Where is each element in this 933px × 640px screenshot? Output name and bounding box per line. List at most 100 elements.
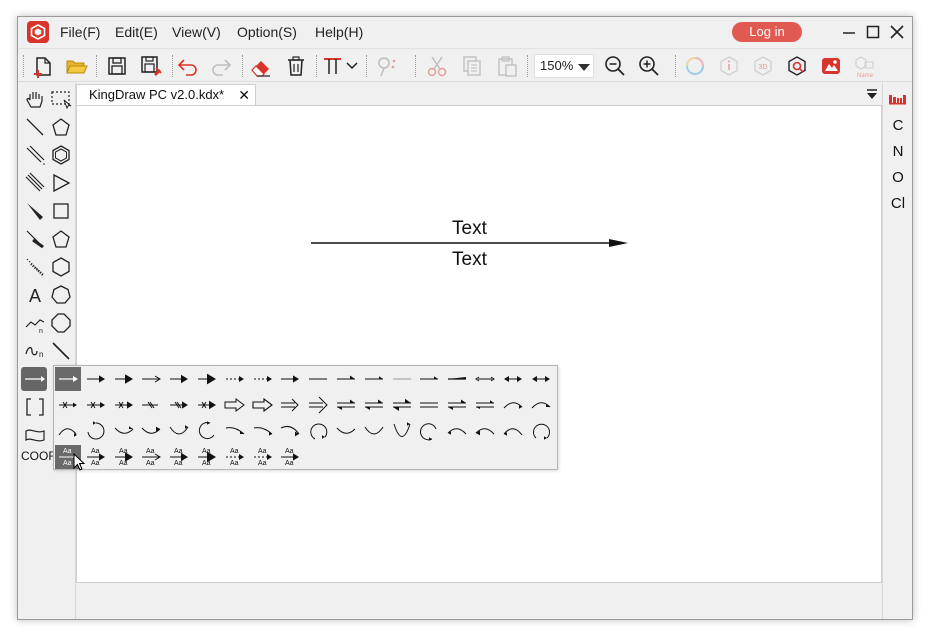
arrow-style-option[interactable]	[416, 367, 442, 391]
delete-icon[interactable]	[283, 53, 309, 79]
menu-option[interactable]: Option(S)	[237, 17, 297, 47]
arrow-style-option[interactable]	[55, 393, 81, 417]
wedge-bond-icon[interactable]	[23, 199, 47, 223]
arrow-style-option[interactable]	[55, 367, 81, 391]
arrow-tool-icon[interactable]	[21, 367, 47, 391]
arrow-style-option[interactable]	[83, 367, 109, 391]
octagon-icon[interactable]	[49, 311, 73, 335]
arrow-style-option[interactable]	[111, 367, 137, 391]
login-button[interactable]: Log in	[732, 22, 802, 42]
arrow-style-option[interactable]	[138, 419, 164, 443]
copy-icon[interactable]	[459, 53, 485, 79]
periodic-table-icon[interactable]	[883, 89, 913, 109]
menu-view[interactable]: View(V)	[172, 17, 221, 47]
zoom-in-icon[interactable]	[636, 53, 662, 79]
arrow-style-option[interactable]	[305, 419, 331, 443]
arrow-style-option[interactable]	[194, 419, 220, 443]
arrow-style-option[interactable]	[277, 367, 303, 391]
arrow-style-option[interactable]	[389, 393, 415, 417]
canvas-arrow[interactable]	[77, 106, 883, 584]
arrow-style-option[interactable]	[250, 393, 276, 417]
transform-icon[interactable]	[374, 53, 400, 79]
arrow-style-option[interactable]	[528, 393, 554, 417]
pentagon-icon[interactable]	[49, 227, 73, 251]
close-icon[interactable]	[887, 22, 907, 42]
wavy-bond-icon[interactable]: n	[23, 339, 47, 363]
undo-icon[interactable]	[175, 53, 201, 79]
arrow-style-option[interactable]	[194, 393, 220, 417]
arrow-style-option[interactable]	[444, 393, 470, 417]
arrow-style-option[interactable]	[166, 419, 192, 443]
menu-edit[interactable]: Edit(E)	[115, 17, 158, 47]
arrow-style-option[interactable]	[444, 419, 470, 443]
lasso-select-icon[interactable]	[49, 87, 73, 111]
arrow-text-style-option[interactable]: Aa Aa	[277, 445, 303, 469]
open-folder-icon[interactable]	[63, 53, 89, 79]
arrow-style-option[interactable]	[111, 419, 137, 443]
arrow-style-option[interactable]	[389, 367, 415, 391]
arrow-style-option[interactable]	[472, 393, 498, 417]
drawing-canvas[interactable]: Text Text	[76, 105, 882, 583]
hexagon-icon[interactable]	[49, 255, 73, 279]
save-icon[interactable]	[104, 53, 130, 79]
hand-tool-icon[interactable]	[23, 87, 47, 111]
coor-tool-label[interactable]: COOR	[21, 449, 57, 463]
menu-help[interactable]: Help(H)	[315, 17, 363, 47]
line-tool-icon[interactable]	[49, 339, 73, 363]
arrow-style-option[interactable]	[111, 393, 137, 417]
arrow-style-option[interactable]	[500, 367, 526, 391]
cyclopentane-icon[interactable]	[49, 115, 73, 139]
arrow-style-option[interactable]	[222, 367, 248, 391]
arrow-text-style-option[interactable]: Aa Aa	[194, 445, 220, 469]
double-bond-icon[interactable]	[23, 143, 47, 167]
arrow-style-option[interactable]	[83, 419, 109, 443]
arrow-style-option[interactable]	[333, 367, 359, 391]
arrow-style-option[interactable]	[528, 419, 554, 443]
arrow-text-style-option[interactable]: Aa Aa	[138, 445, 164, 469]
arrow-style-option[interactable]	[83, 393, 109, 417]
arrow-style-option[interactable]	[500, 393, 526, 417]
arrow-style-option[interactable]	[250, 367, 276, 391]
arrow-style-option[interactable]	[528, 367, 554, 391]
text-align-icon[interactable]	[320, 53, 346, 79]
arrow-style-option[interactable]	[472, 367, 498, 391]
eraser-icon[interactable]	[248, 53, 274, 79]
arrow-style-option[interactable]	[138, 367, 164, 391]
redo-icon[interactable]	[208, 53, 234, 79]
element-cl[interactable]: Cl	[883, 195, 913, 212]
square-icon[interactable]	[49, 199, 73, 223]
paste-icon[interactable]	[494, 53, 520, 79]
arrow-style-option[interactable]	[194, 367, 220, 391]
arrow-style-option[interactable]	[416, 393, 442, 417]
arrow-style-option[interactable]	[55, 419, 81, 443]
tab-close-icon[interactable]: ✕	[238, 85, 250, 105]
cut-icon[interactable]	[424, 53, 450, 79]
maximize-icon[interactable]	[863, 22, 883, 42]
info-icon[interactable]	[716, 53, 742, 79]
arrow-style-option[interactable]	[222, 393, 248, 417]
zoom-out-icon[interactable]	[602, 53, 628, 79]
document-tab[interactable]: KingDraw PC v2.0.kdx* ✕	[76, 84, 256, 106]
save-as-icon[interactable]	[138, 53, 164, 79]
arrow-text-style-option[interactable]: Aa Aa	[222, 445, 248, 469]
hashed-bond-icon[interactable]	[23, 255, 47, 279]
arrow-style-option[interactable]	[389, 419, 415, 443]
name-icon[interactable]: Name	[852, 53, 878, 79]
color-ring-icon[interactable]	[682, 53, 708, 79]
minimize-icon[interactable]	[839, 22, 859, 42]
arrow-style-option[interactable]	[305, 367, 331, 391]
arrow-style-option[interactable]	[277, 419, 303, 443]
arrow-style-option[interactable]	[444, 367, 470, 391]
arrow-style-option[interactable]	[361, 393, 387, 417]
chain-tool-icon[interactable]: n	[23, 311, 47, 335]
tab-list-menu-icon[interactable]	[866, 87, 878, 99]
text-tool-icon[interactable]: A	[23, 283, 47, 307]
arrow-style-option[interactable]	[333, 393, 359, 417]
chevron-down-icon[interactable]	[344, 53, 360, 79]
benzene-icon[interactable]	[49, 143, 73, 167]
bold-bond-icon[interactable]	[23, 227, 47, 251]
arrow-style-option[interactable]	[361, 419, 387, 443]
triple-bond-icon[interactable]	[23, 171, 47, 195]
single-bond-icon[interactable]	[23, 115, 47, 139]
menu-file[interactable]: File(F)	[60, 17, 100, 47]
